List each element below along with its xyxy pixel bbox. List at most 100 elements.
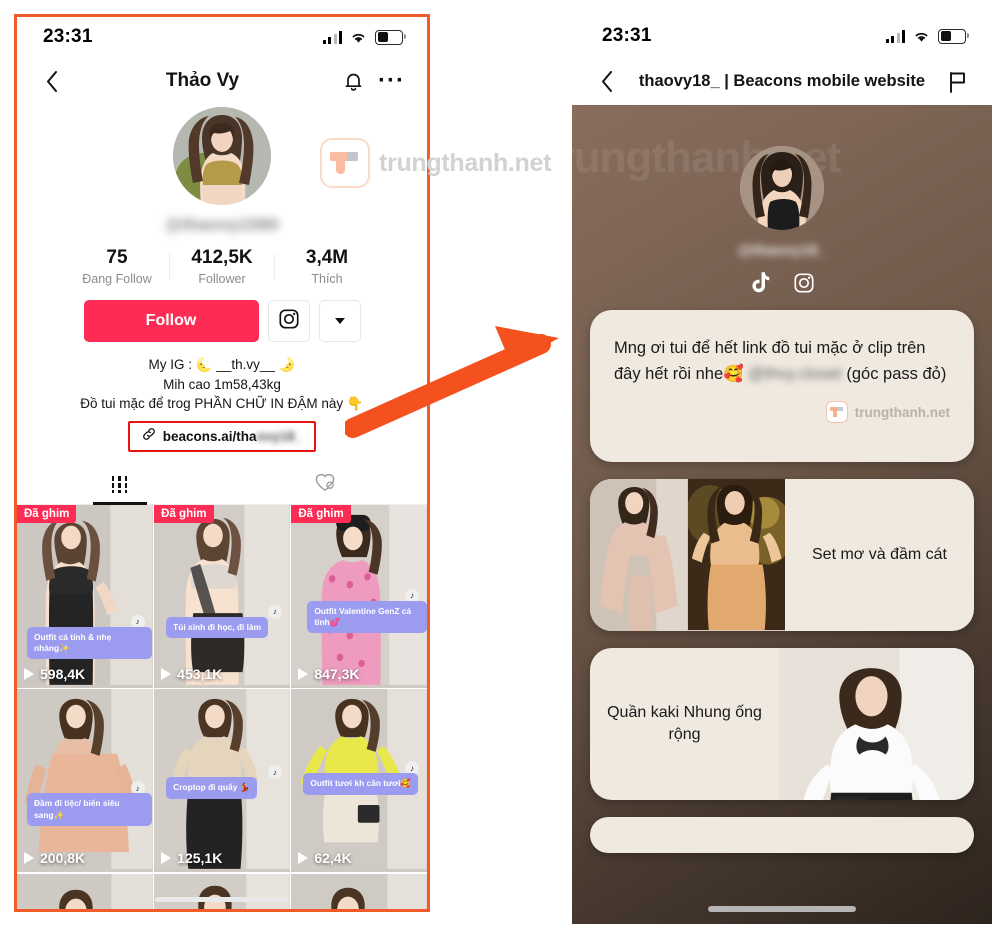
play-count-value: 200,8K xyxy=(40,850,86,867)
beacons-content: trungthanh.net @thaovy18_ Mng ơi tui để … xyxy=(572,105,992,924)
product-image xyxy=(687,479,785,631)
beacons-product-card[interactable]: Quần kaki Nhung ống rộng xyxy=(590,648,974,800)
play-count-value: 847,3K xyxy=(314,665,360,682)
battery-icon xyxy=(375,29,406,45)
play-icon xyxy=(161,667,172,680)
product-image xyxy=(779,648,974,800)
trungthanh-logo-icon xyxy=(320,138,370,188)
right-phone-beacons-page: 23:31 thaovy18_ | Beacons mobile website… xyxy=(572,14,992,924)
pinned-badge: Đã ghim xyxy=(291,504,351,523)
back-chevron-icon[interactable] xyxy=(594,69,620,95)
text-blurred-handle: @thvy.closet xyxy=(748,364,842,383)
play-count-value: 453,1K xyxy=(177,665,223,682)
beacons-card-list: Mng ơi tui để hết link đồ tui mặc ở clip… xyxy=(572,310,992,853)
video-caption: Outfit cá tính & nhẹ nhàng✨ xyxy=(27,626,153,660)
wifi-icon xyxy=(913,30,930,43)
more-actions-button[interactable] xyxy=(318,300,361,342)
video-cell[interactable]: Đã ghim ♪ Outfit cá tính & nhẹ nhàng✨ 59… xyxy=(17,504,153,688)
status-time: 23:31 xyxy=(43,26,93,47)
instagram-icon[interactable] xyxy=(792,271,815,294)
social-links xyxy=(572,271,992,294)
stat-value: 75 xyxy=(106,247,128,268)
liked-heart-icon xyxy=(314,472,336,497)
bio-line: Đồ tui mặc để trog PHẦN CHỮ IN ĐẬM này 👇 xyxy=(80,396,364,412)
text-after: (góc pass đỏ) xyxy=(841,364,947,383)
webview-title: thaovy18_ | Beacons mobile website xyxy=(638,72,926,90)
pinned-badge: Đã ghim xyxy=(154,504,214,523)
video-play-count: 598,4K xyxy=(24,666,85,682)
play-icon xyxy=(24,667,34,680)
notification-bell-icon[interactable] xyxy=(340,68,366,94)
page-title: Thảo Vy xyxy=(165,70,240,91)
bio-link-highlight[interactable]: beacons.ai/thaovy18_ xyxy=(127,420,317,452)
video-play-count: 125,1K xyxy=(161,850,222,866)
tab-videos-grid[interactable] xyxy=(17,466,222,504)
video-play-count: 847,3K xyxy=(298,666,359,682)
video-caption: Croptop đi quẩy 💃 xyxy=(166,777,258,799)
video-cell[interactable]: Đã ghim ♪ Túi xinh đi học, đi làm 453,1K xyxy=(154,504,290,688)
beacons-product-card[interactable]: Set mơ và đầm cát xyxy=(590,479,974,631)
cellular-signal-icon xyxy=(885,29,905,43)
play-icon xyxy=(161,852,172,865)
video-cell[interactable] xyxy=(291,873,427,909)
video-play-count: 453,1K xyxy=(161,666,222,682)
trungthanh-watermark: trungthanh.net xyxy=(320,138,551,188)
pinned-badge: Đã ghim xyxy=(17,504,77,523)
tiktok-icon[interactable] xyxy=(749,271,772,294)
video-grid: Đã ghim ♪ Outfit cá tính & nhẹ nhàng✨ 59… xyxy=(17,504,427,909)
beacons-partial-card[interactable] xyxy=(590,817,974,853)
status-indicators xyxy=(885,28,969,44)
tiktok-note-icon: ♪ xyxy=(267,604,282,619)
report-flag-icon[interactable] xyxy=(944,69,970,95)
stat-following[interactable]: 75 Đang Follow xyxy=(65,247,169,286)
battery-icon xyxy=(938,28,969,44)
avatar[interactable] xyxy=(173,107,271,205)
play-count-value: 62,4K xyxy=(314,850,352,867)
video-cell[interactable]: Đã ghim ♪ Outfit Valentine GenZ cá tính💕… xyxy=(291,504,427,688)
bio-line: Mih cao 1m58,43kg xyxy=(163,376,281,392)
right-status-bar: 23:31 xyxy=(572,14,992,58)
video-cell[interactable]: ♪ Đầm đi tiệc/ biến siêu sang✨ 200,8K xyxy=(17,689,153,873)
card-watermark-text: trungthanh.net xyxy=(854,404,950,420)
video-cell[interactable]: ♪ Outfit tươi kh cần tươi🥰 62,4K xyxy=(291,689,427,873)
screenshot-stage: 23:31 Thảo Vy ··· @thaovy1590 75 Đang Fo… xyxy=(0,0,1006,937)
product-label: Quần kaki Nhung ống rộng xyxy=(607,704,762,743)
profile-stats: 75 Đang Follow 412,5K Follower 3,4M Thíc… xyxy=(17,247,427,286)
link-blurred-part: ovy18_ xyxy=(256,428,303,444)
beacons-text-card[interactable]: Mng ơi tui để hết link đồ tui mặc ở clip… xyxy=(590,310,974,462)
instagram-button[interactable] xyxy=(267,300,310,342)
status-indicators xyxy=(322,29,406,45)
instagram-icon xyxy=(278,308,300,335)
video-cell[interactable] xyxy=(17,873,153,909)
wifi-icon xyxy=(350,31,367,44)
video-play-count: 200,8K xyxy=(24,850,85,866)
right-nav-bar: thaovy18_ | Beacons mobile website xyxy=(572,58,992,105)
stat-followers[interactable]: 412,5K Follower xyxy=(170,247,274,286)
back-chevron-icon[interactable] xyxy=(39,68,65,94)
card-text: Mng ơi tui để hết link đồ tui mặc ở clip… xyxy=(614,336,950,387)
profile-tabs xyxy=(17,466,427,505)
bio-line: My IG : 🌜 __th.vy__ 🌛 xyxy=(148,357,296,372)
play-icon xyxy=(24,852,34,865)
tab-liked[interactable] xyxy=(222,466,427,504)
stat-value: 412,5K xyxy=(191,247,253,268)
watermark-text: trungthanh.net xyxy=(379,148,552,177)
video-caption: Đầm đi tiệc/ biến siêu sang✨ xyxy=(27,793,153,826)
play-count-value: 598,4K xyxy=(40,665,86,682)
link-chain-icon xyxy=(142,427,156,446)
follow-button[interactable]: Follow xyxy=(83,300,259,342)
video-cell[interactable] xyxy=(154,873,290,909)
beacons-avatar xyxy=(740,146,824,230)
video-caption: Túi xinh đi học, đi làm xyxy=(166,616,269,639)
product-label: Set mơ và đầm cát xyxy=(812,546,947,564)
video-play-count: 62,4K xyxy=(298,850,352,867)
home-indicator xyxy=(155,897,289,902)
stat-label: Thích xyxy=(311,272,343,286)
play-icon xyxy=(298,667,309,680)
video-cell[interactable]: ♪ Croptop đi quẩy 💃 125,1K xyxy=(154,689,290,873)
stat-likes[interactable]: 3,4M Thích xyxy=(275,247,379,286)
profile-bio: My IG : 🌜 __th.vy__ 🌛 Mih cao 1m58,43kg … xyxy=(17,355,427,414)
status-time: 23:31 xyxy=(602,25,652,46)
play-icon xyxy=(298,852,309,865)
home-indicator xyxy=(708,906,856,912)
